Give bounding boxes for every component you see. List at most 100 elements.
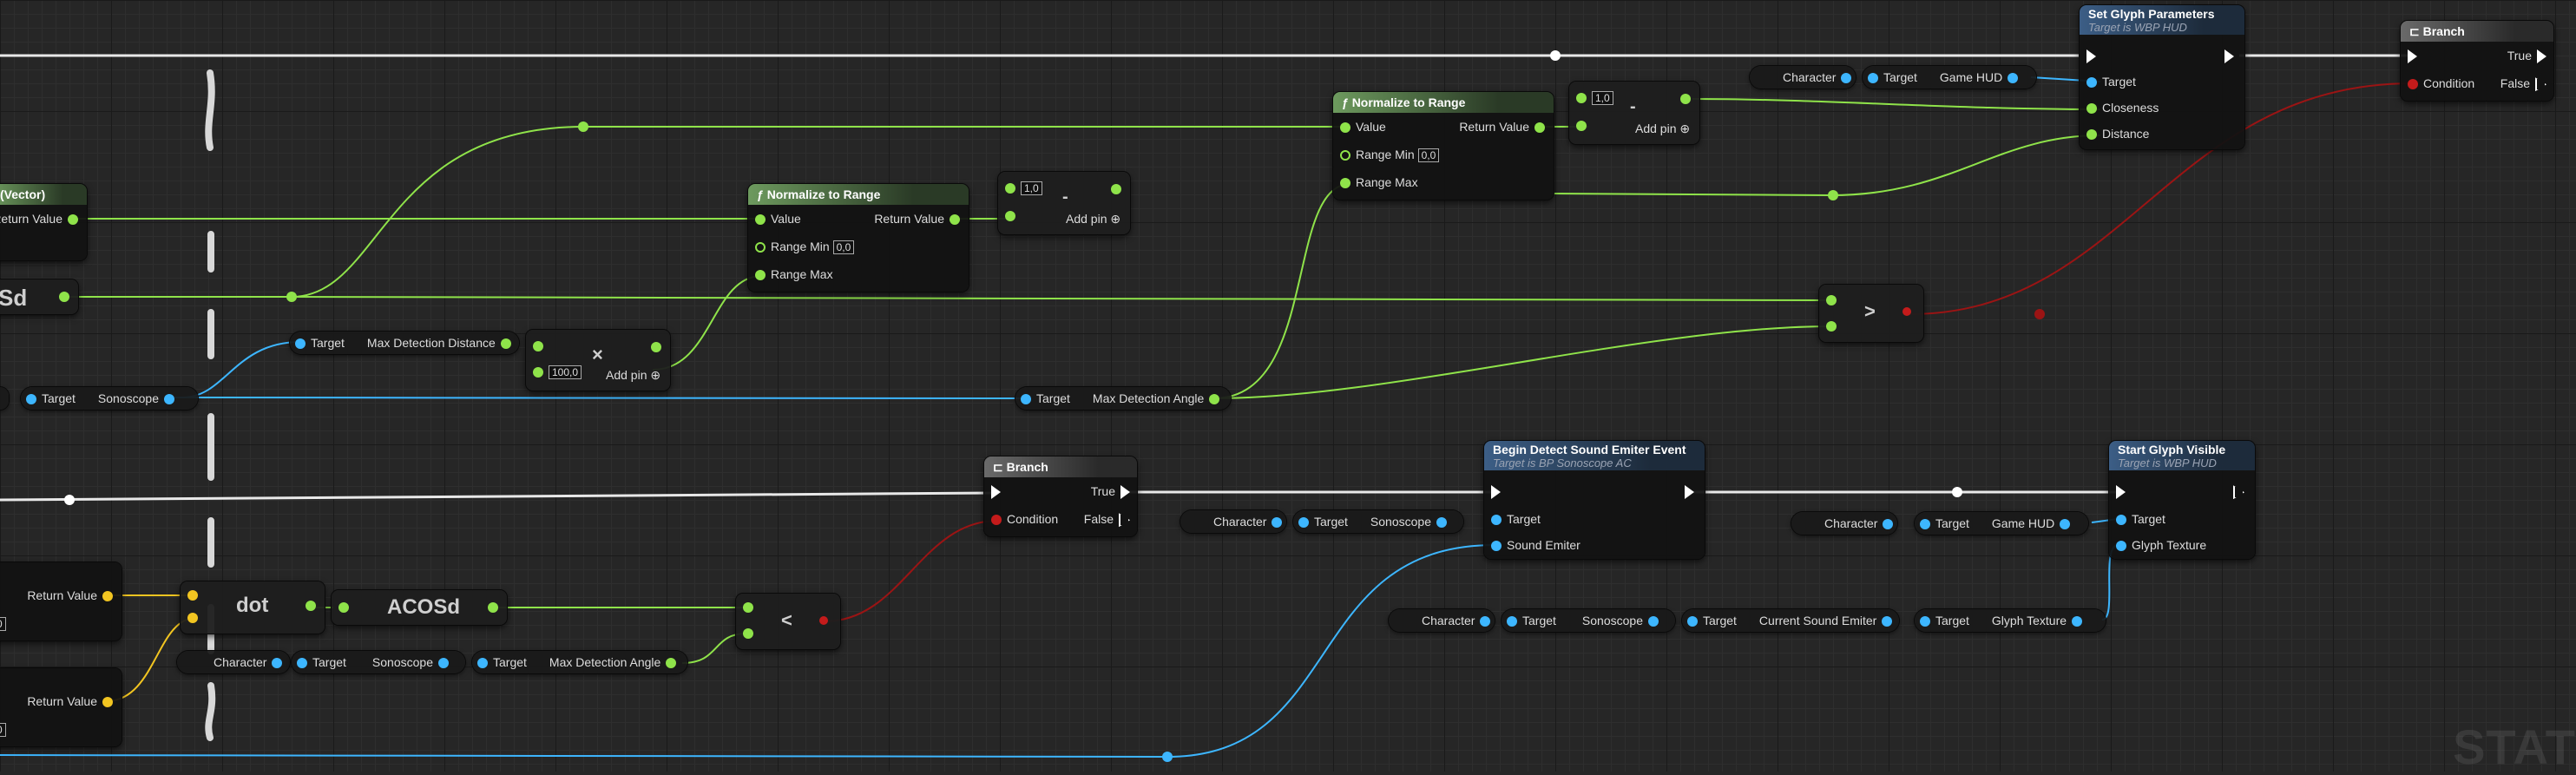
output-pin[interactable]	[2008, 73, 2019, 84]
output-pin[interactable]	[666, 658, 677, 669]
add-pin-label[interactable]: Add pin	[606, 368, 647, 382]
game-hud-getter[interactable]: Target Game HUD	[1915, 512, 2088, 535]
output-pin[interactable]	[1209, 394, 1220, 405]
output-pin[interactable]	[1647, 616, 1659, 627]
greater-than-node[interactable]: >	[1819, 285, 1923, 342]
target-pin[interactable]	[1687, 616, 1698, 627]
return-value-node-partial[interactable]: Return Value 0	[0, 668, 122, 746]
value-input[interactable]: 1,0	[1592, 91, 1613, 106]
return-value-pin[interactable]	[59, 292, 69, 302]
normalize-to-range-node[interactable]: ƒ Normalize to Range Value Return Value …	[748, 184, 969, 292]
input-pin[interactable]	[533, 341, 543, 352]
begin-detect-sound-emiter-node[interactable]: Begin Detect Sound Emiter Event Target i…	[1484, 441, 1705, 559]
add-pin-icon[interactable]: ⊕	[650, 368, 660, 382]
return-value-pin[interactable]	[950, 214, 960, 226]
output-pin[interactable]	[500, 338, 511, 350]
add-pin-label[interactable]: Add pin	[1066, 212, 1107, 226]
closeness-pin[interactable]	[2086, 103, 2097, 115]
input-pin[interactable]	[1576, 121, 1587, 132]
target-pin[interactable]	[26, 394, 36, 405]
character-getter[interactable]: Character	[1791, 512, 1897, 535]
sonoscope-getter[interactable]: Target Sonoscope	[292, 651, 465, 673]
value-input[interactable]: 100,0	[549, 365, 582, 380]
output-pin[interactable]	[1882, 616, 1893, 627]
multiply-node[interactable]: 100,0 × Add pin ⊕	[526, 330, 670, 391]
input-pin[interactable]	[743, 628, 753, 639]
range-min-pin[interactable]	[755, 242, 766, 253]
exec-out-pin[interactable]	[2224, 49, 2234, 64]
branch-node[interactable]: ⊏ Branch True Condition False	[984, 456, 1137, 536]
value-pin[interactable]	[755, 214, 766, 226]
less-than-node[interactable]: <	[736, 594, 840, 649]
input-pin[interactable]	[533, 367, 543, 378]
target-pin[interactable]	[1920, 519, 1930, 530]
distance-pin[interactable]	[2086, 129, 2097, 141]
exec-out-pin[interactable]	[2233, 485, 2244, 500]
current-sound-emiter-getter[interactable]: Target Current Sound Emiter	[1682, 609, 1899, 632]
target-pin[interactable]	[1507, 616, 1517, 627]
target-pin[interactable]	[1920, 616, 1930, 627]
target-pin[interactable]	[477, 658, 488, 669]
value-input[interactable]: 0	[0, 723, 6, 738]
range-min-pin[interactable]	[1340, 150, 1350, 161]
exec-in-pin[interactable]	[991, 485, 1001, 500]
output-pin[interactable]	[1436, 517, 1447, 529]
sonoscope-getter[interactable]: Target Sonoscope	[1502, 609, 1675, 632]
normalize-to-range-node[interactable]: ƒ Normalize to Range Value Return Value …	[1333, 92, 1554, 200]
output-pin[interactable]	[1680, 94, 1691, 104]
output-pin[interactable]	[1883, 519, 1894, 530]
exec-out-pin[interactable]	[1685, 485, 1694, 500]
false-exec-pin[interactable]	[1119, 513, 1130, 528]
target-pin[interactable]	[2116, 515, 2126, 526]
return-value-pin[interactable]	[102, 591, 113, 602]
range-max-pin[interactable]	[1340, 178, 1350, 189]
false-exec-pin[interactable]	[2535, 77, 2546, 92]
character-getter[interactable]: Character	[1389, 609, 1495, 632]
output-pin[interactable]	[2072, 616, 2083, 627]
input-pin[interactable]	[1576, 93, 1587, 104]
input-pin[interactable]	[743, 602, 753, 613]
output-pin[interactable]	[272, 658, 283, 669]
glyph-texture-getter[interactable]: Target Glyph Texture	[1915, 609, 2106, 632]
vector-b-pin[interactable]	[187, 613, 198, 623]
target-pin[interactable]	[1491, 515, 1502, 526]
character-getter[interactable]: Character	[1180, 510, 1286, 533]
start-glyph-visible-node[interactable]: Start Glyph Visible Target is WBP HUD Ta…	[2109, 441, 2255, 559]
dot-product-node[interactable]: dot	[181, 581, 325, 634]
sonoscope-getter[interactable]: Target Sonoscope	[1293, 510, 1463, 533]
sonoscope-getter[interactable]: Target Sonoscope	[21, 387, 198, 410]
add-pin-icon[interactable]: ⊕	[1110, 212, 1120, 226]
value-pin[interactable]	[1340, 122, 1350, 134]
vector-a-pin[interactable]	[187, 590, 198, 601]
target-pin[interactable]	[2086, 77, 2097, 89]
add-pin-icon[interactable]: ⊕	[1679, 122, 1690, 135]
return-value-pin[interactable]	[1534, 122, 1545, 134]
output-pin[interactable]	[1841, 73, 1852, 84]
return-value-pin[interactable]	[102, 697, 113, 708]
target-pin[interactable]	[297, 658, 307, 669]
exec-in-pin[interactable]	[2086, 49, 2096, 64]
output-pin[interactable]	[1272, 517, 1283, 529]
input-pin[interactable]	[1005, 211, 1015, 222]
exec-in-pin[interactable]	[2408, 49, 2417, 64]
return-value-pin[interactable]	[68, 214, 78, 226]
return-value-pin[interactable]	[488, 602, 498, 613]
glyph-texture-pin[interactable]	[2116, 541, 2126, 552]
output-pin[interactable]	[437, 658, 449, 669]
add-pin-label[interactable]: Add pin	[1635, 122, 1676, 135]
output-pin[interactable]	[163, 394, 174, 405]
condition-pin[interactable]	[991, 515, 1002, 526]
output-pin[interactable]	[1902, 307, 1911, 316]
true-exec-pin[interactable]	[1120, 485, 1130, 500]
set-glyph-parameters-node[interactable]: Set Glyph Parameters Target is WBP HUD T…	[2080, 5, 2244, 149]
character-getter[interactable]: Character	[1750, 66, 1856, 89]
exec-in-pin[interactable]	[1491, 485, 1501, 500]
subtract-node[interactable]: 1,0 - Add pin ⊕	[1569, 82, 1699, 144]
target-pin[interactable]	[1868, 73, 1878, 84]
output-pin[interactable]	[819, 616, 828, 625]
condition-pin[interactable]	[2408, 79, 2418, 90]
range-min-input[interactable]: 0,0	[832, 240, 855, 255]
return-value-pin[interactable]	[306, 601, 316, 611]
exec-in-pin[interactable]	[2116, 485, 2126, 500]
acosd-node[interactable]: ACOSd	[332, 590, 507, 625]
